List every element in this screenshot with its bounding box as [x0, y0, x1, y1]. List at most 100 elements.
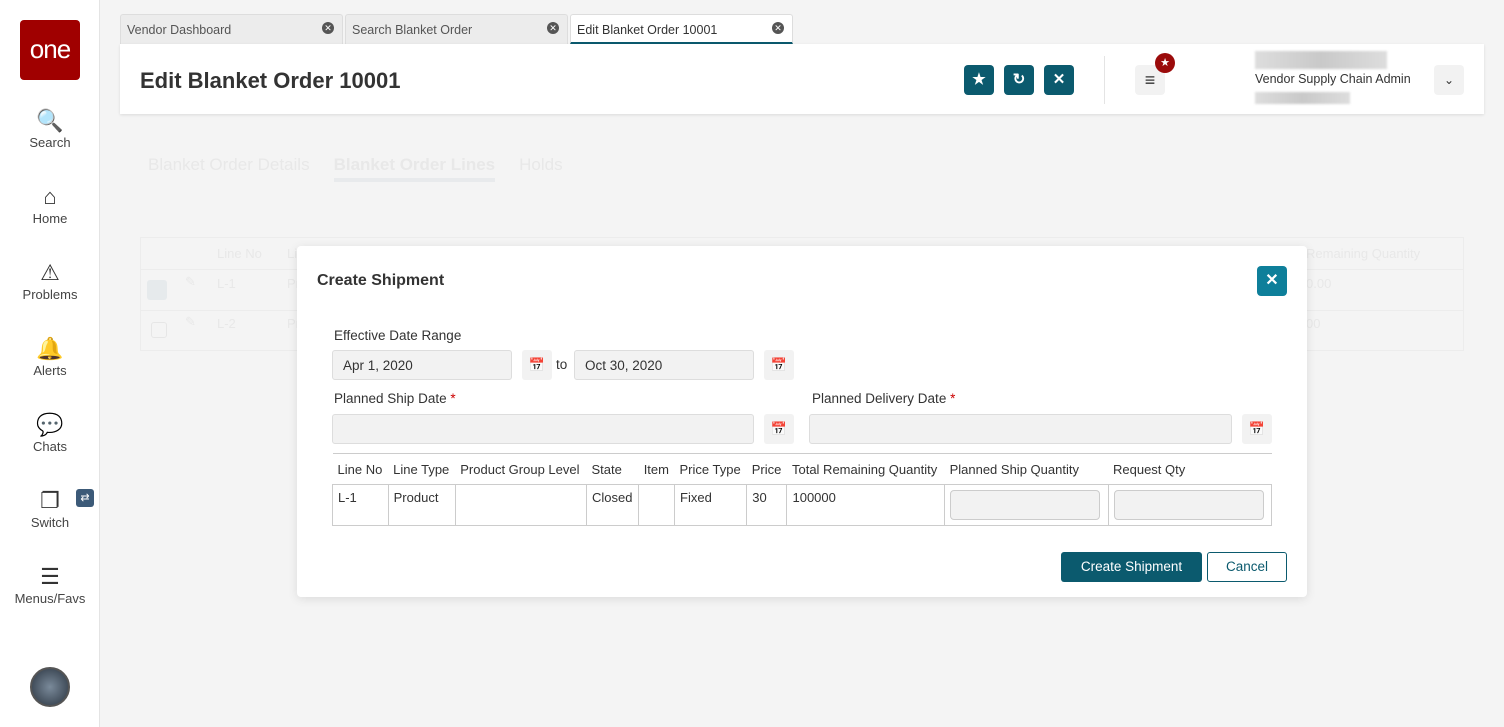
warning-icon: ⚠ [40, 260, 60, 285]
refresh-button[interactable]: ↻ [1004, 65, 1034, 95]
row-checkbox[interactable] [151, 322, 167, 338]
sidebar-item-menus-favs[interactable]: ☰ Menus/Favs [0, 563, 100, 606]
user-role: Vendor Supply Chain Admin [1255, 72, 1411, 86]
column-header: Li [287, 246, 298, 261]
tab-search-blanket-order[interactable]: Search Blanket Order ✕ [345, 14, 568, 44]
user-org-redacted [1255, 92, 1350, 104]
edit-icon[interactable]: ✎ [185, 314, 196, 330]
column-header: Request Qty [1108, 453, 1272, 485]
favorites-star-badge-icon: ★ [1155, 53, 1175, 73]
dialog-close-button[interactable]: ✕ [1257, 266, 1287, 296]
sidebar-item-label: Chats [33, 439, 67, 454]
close-icon: ✕ [1265, 272, 1279, 289]
background-tabs: Blanket Order Details Blanket Order Line… [148, 155, 563, 182]
tab-vendor-dashboard[interactable]: Vendor Dashboard ✕ [120, 14, 343, 44]
star-icon: ★ [972, 71, 986, 88]
close-tab-icon[interactable]: ✕ [772, 22, 784, 34]
row-checkbox[interactable] [147, 280, 167, 300]
to-label: to [556, 357, 568, 372]
avatar[interactable] [30, 667, 70, 707]
favorite-button[interactable]: ★ [964, 65, 994, 95]
column-header: State [586, 453, 639, 485]
close-page-button[interactable]: ✕ [1044, 65, 1074, 95]
tab-blanket-order-lines[interactable]: Blanket Order Lines [333, 155, 496, 182]
refresh-icon: ↻ [1012, 71, 1026, 88]
sidebar-item-search[interactable]: 🔍 Search [0, 107, 100, 150]
calendar-icon[interactable]: 📅 [764, 350, 794, 380]
table-cell [454, 484, 587, 526]
column-header: Item [638, 453, 675, 485]
tab-label: Edit Blanket Order 10001 [577, 23, 718, 37]
calendar-icon[interactable]: 📅 [1242, 414, 1272, 444]
calendar-icon[interactable]: 📅 [764, 414, 794, 444]
divider [1104, 56, 1105, 104]
edit-icon[interactable]: ✎ [185, 274, 196, 290]
tab-label: Search Blanket Order [352, 23, 473, 37]
column-header: Price [746, 453, 787, 485]
sidebar-item-label: Alerts [33, 363, 67, 378]
page-header: Edit Blanket Order 10001 ★ ↻ ✕ ≡ ★ Vendo… [120, 44, 1484, 114]
planned-delivery-date-label: Planned Delivery Date * [812, 391, 955, 406]
user-name-redacted [1255, 51, 1387, 69]
table-cell: Fixed [674, 484, 748, 526]
table-cell [638, 484, 676, 526]
sidebar-item-alerts[interactable]: 🔔 Alerts [0, 335, 100, 378]
table-cell: L-1 [332, 484, 389, 526]
bell-icon: 🔔 [36, 336, 64, 361]
tab-edit-blanket-order[interactable]: Edit Blanket Order 10001 ✕ [570, 14, 793, 44]
tab-label: Vendor Dashboard [127, 23, 232, 37]
planned-ship-quantity-input[interactable] [950, 490, 1101, 520]
tab-holds[interactable]: Holds [519, 155, 562, 182]
close-tab-icon[interactable]: ✕ [547, 22, 559, 34]
label-text: Planned Delivery Date [812, 391, 947, 406]
tab-bar: Vendor Dashboard ✕ Search Blanket Order ✕ … [120, 14, 793, 44]
one-logo[interactable]: one [20, 20, 80, 80]
page-title: Edit Blanket Order 10001 [140, 68, 401, 93]
sidebar-item-home[interactable]: ⌂ Home [0, 183, 100, 226]
tab-blanket-order-details[interactable]: Blanket Order Details [148, 155, 310, 182]
close-icon: ✕ [1052, 71, 1066, 88]
sidebar-item-label: Search [29, 135, 71, 150]
request-qty-input[interactable] [1113, 490, 1264, 520]
table-cell: 100000 [786, 484, 946, 526]
required-mark: * [450, 391, 456, 406]
column-header: Price Type [674, 453, 747, 485]
cell: L-2 [217, 316, 236, 331]
hamburger-icon: ≡ [1144, 70, 1156, 90]
from-date-input[interactable]: Apr 1, 2020 [332, 350, 512, 380]
sidebar-item-chats[interactable]: 💬 Chats [0, 411, 100, 454]
required-mark: * [950, 391, 956, 406]
home-icon: ⌂ [43, 184, 57, 209]
shipment-lines-table: Line No Line Type Product Group Level State… [332, 453, 1272, 526]
search-icon: 🔍 [36, 108, 64, 133]
planned-ship-date-input[interactable] [332, 414, 754, 444]
close-tab-icon[interactable]: ✕ [322, 22, 334, 34]
table-cell: Product [387, 484, 456, 526]
sidebar-item-label: Problems [22, 287, 78, 302]
sidebar-item-label: Switch [30, 515, 70, 530]
effective-date-range-label: Effective Date Range [334, 328, 462, 343]
create-shipment-dialog: Create Shipment ✕ Effective Date Range A… [297, 246, 1307, 597]
sidebar: one 🔍 Search ⌂ Home ⚠ Problems 🔔 Alerts 💬 Cha… [0, 0, 100, 727]
planned-delivery-date-input[interactable] [809, 414, 1232, 444]
sidebar-item-problems[interactable]: ⚠ Problems [0, 259, 100, 302]
create-shipment-button[interactable]: Create Shipment [1061, 552, 1202, 582]
qty-cell [1107, 484, 1272, 526]
calendar-icon[interactable]: 📅 [522, 350, 552, 380]
to-date-input[interactable]: Oct 30, 2020 [574, 350, 754, 380]
column-header: Product Group Level [455, 453, 587, 485]
table-row: L-1 Product Closed Fixed 30 100000 [332, 484, 1272, 526]
column-header: Remaining Quantity [1306, 246, 1421, 261]
swap-icon[interactable]: ⇄ [76, 489, 94, 507]
cell: 0.00 [1306, 276, 1332, 291]
cell: 00 [1306, 316, 1321, 331]
user-menu-dropdown[interactable]: ⌄ [1434, 65, 1464, 95]
qty-cell [944, 484, 1109, 526]
column-header: Line No [217, 246, 262, 261]
table-cell: 30 [746, 484, 788, 526]
table-cell: Closed [585, 484, 640, 526]
chevron-down-icon: ⌄ [1443, 73, 1455, 87]
cell: L-1 [217, 276, 236, 291]
column-header: Line Type [388, 453, 456, 485]
cancel-button[interactable]: Cancel [1207, 552, 1287, 582]
